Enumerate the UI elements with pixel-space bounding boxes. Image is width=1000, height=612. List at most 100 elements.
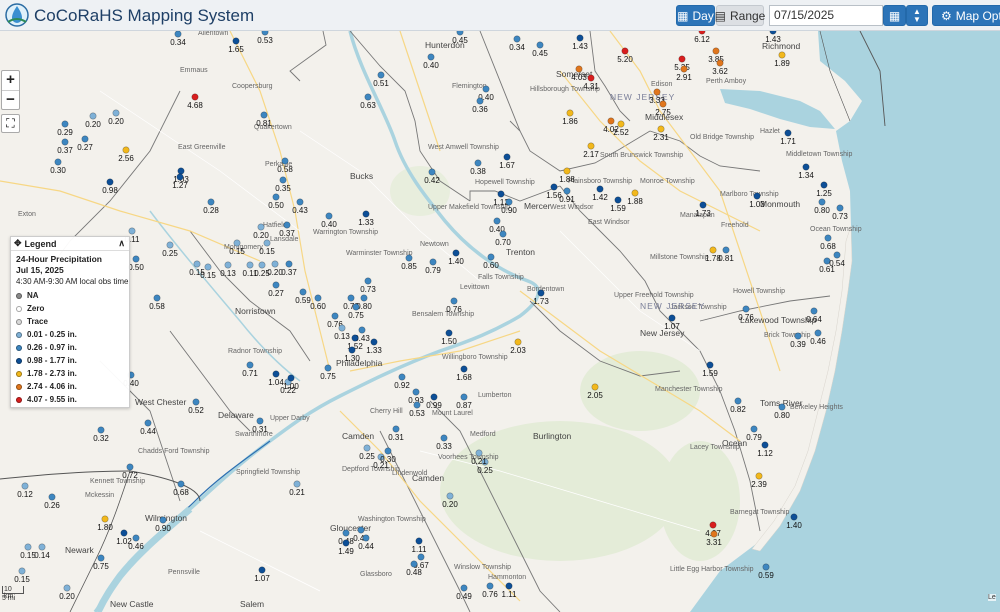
station-dot[interactable] bbox=[607, 117, 615, 125]
station-dot[interactable] bbox=[287, 374, 295, 382]
station-dot[interactable] bbox=[410, 560, 418, 568]
station-dot[interactable] bbox=[24, 543, 32, 551]
station-dot[interactable] bbox=[537, 289, 545, 297]
station-marker[interactable]: 1.88 bbox=[627, 189, 643, 206]
station-marker[interactable]: 0.31 bbox=[252, 417, 268, 434]
date-input[interactable]: 07/15/2025 bbox=[769, 5, 883, 26]
station-dot[interactable] bbox=[293, 480, 301, 488]
day-button[interactable]: ▦ Day bbox=[676, 5, 715, 26]
station-dot[interactable] bbox=[357, 526, 365, 534]
station-marker[interactable]: 0.26 bbox=[44, 493, 60, 510]
station-dot[interactable] bbox=[456, 31, 464, 36]
station-marker[interactable]: 1.04 bbox=[268, 370, 284, 387]
station-dot[interactable] bbox=[824, 234, 832, 242]
fullscreen-button[interactable]: ⛶ bbox=[1, 114, 20, 133]
move-arrows-icon[interactable]: ✥ bbox=[14, 238, 22, 249]
station-marker[interactable]: 0.80 bbox=[814, 198, 830, 215]
station-dot[interactable] bbox=[575, 65, 583, 73]
station-dot[interactable] bbox=[563, 187, 571, 195]
station-dot[interactable] bbox=[514, 338, 522, 346]
chevron-up-icon[interactable]: ∧ bbox=[118, 238, 125, 249]
station-marker[interactable]: 0.75 bbox=[320, 364, 336, 381]
station-dot[interactable] bbox=[364, 277, 372, 285]
station-marker[interactable]: 0.59 bbox=[295, 288, 311, 305]
station-marker[interactable]: 1.89 bbox=[774, 51, 790, 68]
station-marker[interactable]: 1.80 bbox=[97, 515, 113, 532]
station-dot[interactable] bbox=[352, 303, 360, 311]
station-marker[interactable]: 1.50 bbox=[441, 329, 457, 346]
station-dot[interactable] bbox=[452, 249, 460, 257]
station-dot[interactable] bbox=[460, 584, 468, 592]
station-dot[interactable] bbox=[716, 59, 724, 67]
station-marker[interactable]: 0.31 bbox=[388, 425, 404, 442]
station-dot[interactable] bbox=[836, 204, 844, 212]
station-dot[interactable] bbox=[668, 314, 676, 322]
station-dot[interactable] bbox=[440, 434, 448, 442]
station-marker[interactable]: 1.65 bbox=[228, 37, 244, 54]
station-dot[interactable] bbox=[61, 120, 69, 128]
station-marker[interactable]: 2.39 bbox=[751, 472, 767, 489]
station-dot[interactable] bbox=[678, 55, 686, 63]
station-marker[interactable]: 0.87 bbox=[456, 393, 472, 410]
station-marker[interactable]: 0.15 bbox=[229, 239, 245, 256]
station-dot[interactable] bbox=[814, 329, 822, 337]
station-dot[interactable] bbox=[761, 441, 769, 449]
station-marker[interactable]: 0.50 bbox=[128, 255, 144, 272]
zoom-in-button[interactable]: + bbox=[2, 71, 19, 90]
station-dot[interactable] bbox=[233, 239, 241, 247]
station-marker[interactable]: 0.68 bbox=[173, 480, 189, 497]
station-dot[interactable] bbox=[784, 129, 792, 137]
attribution[interactable]: Le bbox=[988, 594, 996, 601]
station-marker[interactable]: 0.50 bbox=[268, 193, 284, 210]
station-dot[interactable] bbox=[166, 241, 174, 249]
station-marker[interactable]: 1.43 bbox=[765, 31, 781, 44]
station-marker[interactable]: 2.17 bbox=[583, 142, 599, 159]
station-marker[interactable]: 0.82 bbox=[730, 397, 746, 414]
station-dot[interactable] bbox=[246, 361, 254, 369]
station-dot[interactable] bbox=[128, 227, 136, 235]
station-dot[interactable] bbox=[193, 260, 201, 268]
station-dot[interactable] bbox=[755, 472, 763, 480]
station-marker[interactable]: 1.43 bbox=[572, 34, 588, 51]
station-dot[interactable] bbox=[734, 397, 742, 405]
station-marker[interactable]: 1.68 bbox=[456, 365, 472, 382]
station-dot[interactable] bbox=[429, 258, 437, 266]
station-marker[interactable]: 0.92 bbox=[394, 373, 410, 390]
station-marker[interactable]: 6.12 bbox=[694, 31, 710, 44]
station-dot[interactable] bbox=[445, 329, 453, 337]
station-dot[interactable] bbox=[362, 210, 370, 218]
range-button[interactable]: ▤ Range bbox=[715, 5, 765, 26]
station-marker[interactable]: 0.33 bbox=[436, 434, 452, 451]
map-options-button[interactable]: ⚙ Map Options bbox=[932, 5, 1000, 26]
station-dot[interactable] bbox=[256, 417, 264, 425]
station-dot[interactable] bbox=[207, 198, 215, 206]
station-dot[interactable] bbox=[413, 401, 421, 409]
station-marker[interactable]: 0.76 bbox=[482, 582, 498, 599]
station-marker[interactable]: 1.07 bbox=[254, 566, 270, 583]
station-dot[interactable] bbox=[818, 198, 826, 206]
station-dot[interactable] bbox=[347, 294, 355, 302]
station-marker[interactable]: 2.03 bbox=[510, 338, 526, 355]
station-dot[interactable] bbox=[794, 332, 802, 340]
station-dot[interactable] bbox=[450, 297, 458, 305]
station-marker[interactable]: 0.12 bbox=[17, 482, 33, 499]
station-dot[interactable] bbox=[97, 426, 105, 434]
station-marker[interactable]: 0.79 bbox=[425, 258, 441, 275]
station-dot[interactable] bbox=[360, 294, 368, 302]
station-dot[interactable] bbox=[258, 566, 266, 574]
station-marker[interactable]: 0.45 bbox=[452, 31, 468, 45]
station-dot[interactable] bbox=[474, 159, 482, 167]
station-dot[interactable] bbox=[176, 173, 184, 181]
station-dot[interactable] bbox=[657, 125, 665, 133]
station-dot[interactable] bbox=[324, 364, 332, 372]
station-dot[interactable] bbox=[446, 492, 454, 500]
station-dot[interactable] bbox=[497, 190, 505, 198]
station-dot[interactable] bbox=[358, 326, 366, 334]
station-dot[interactable] bbox=[810, 307, 818, 315]
station-marker[interactable]: 0.71 bbox=[242, 361, 258, 378]
station-dot[interactable] bbox=[505, 198, 513, 206]
station-marker[interactable]: 0.60 bbox=[310, 294, 326, 311]
station-dot[interactable] bbox=[272, 193, 280, 201]
station-dot[interactable] bbox=[709, 246, 717, 254]
station-marker[interactable]: 0.40 bbox=[321, 212, 337, 229]
